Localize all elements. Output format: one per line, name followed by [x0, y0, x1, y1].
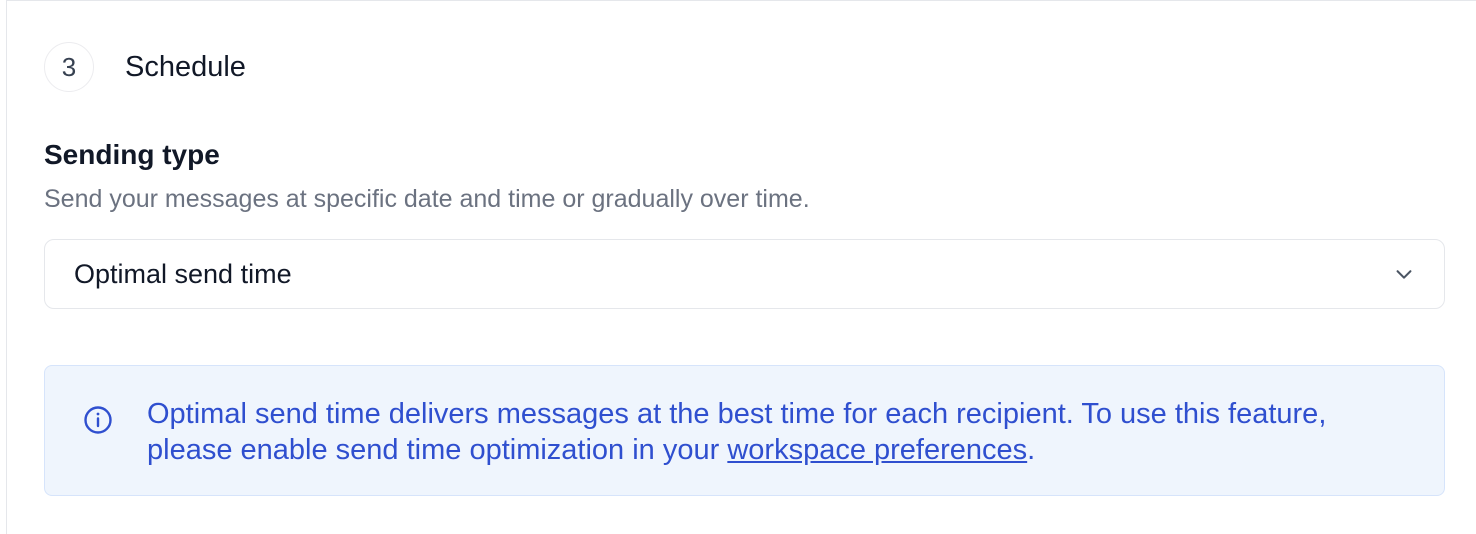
info-circle-icon	[82, 404, 114, 436]
sending-type-selected-value: Optimal send time	[74, 258, 292, 289]
schedule-panel: 3 Schedule Sending type Send your messag…	[6, 0, 1476, 534]
info-message: Optimal send time delivers messages at t…	[147, 396, 1417, 468]
step-title: Schedule	[125, 50, 246, 83]
step-header: 3 Schedule	[44, 41, 246, 93]
sending-type-select[interactable]: Optimal send time	[44, 239, 1445, 309]
info-callout: Optimal send time delivers messages at t…	[44, 365, 1445, 496]
info-message-trailing: .	[1027, 434, 1036, 466]
sending-type-help: Send your messages at specific date and …	[44, 185, 810, 213]
workspace-preferences-link[interactable]: workspace preferences	[727, 434, 1027, 466]
step-number-badge: 3	[44, 42, 94, 92]
sending-type-label: Sending type	[44, 139, 220, 170]
chevron-down-icon	[1392, 262, 1416, 286]
